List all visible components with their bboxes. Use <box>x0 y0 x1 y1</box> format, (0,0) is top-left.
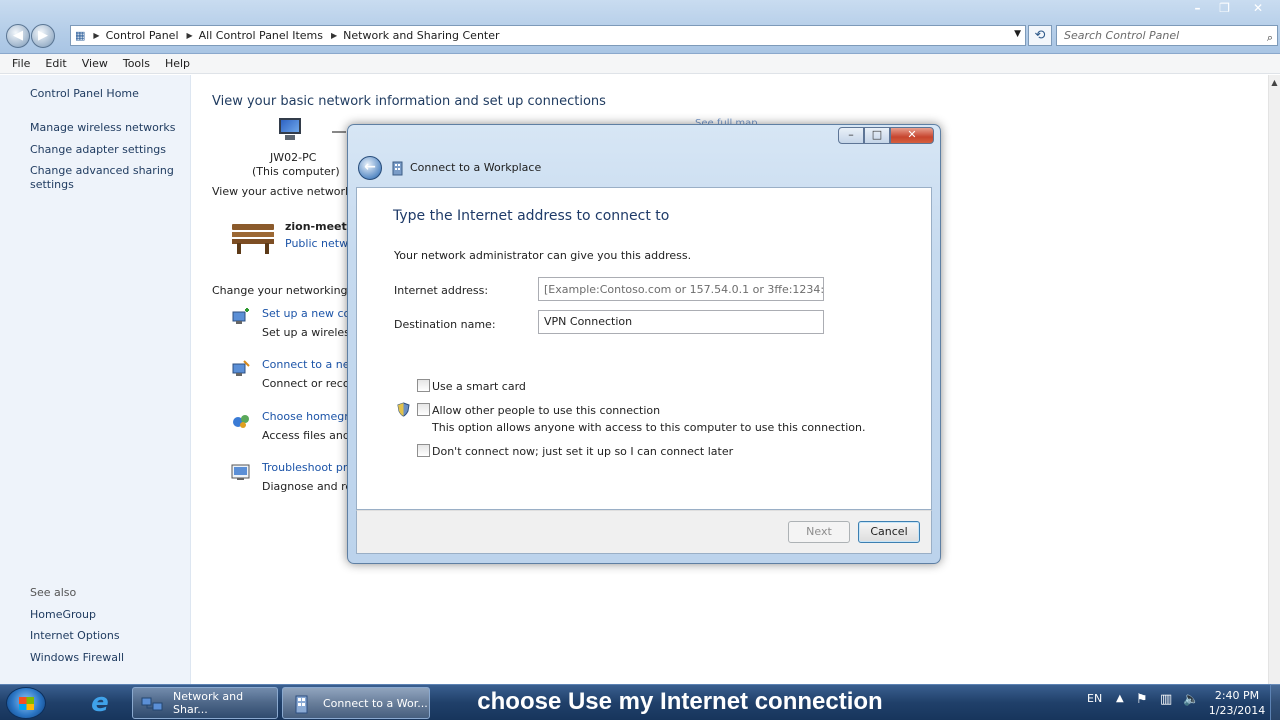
menu-bar: File Edit View Tools Help <box>0 54 1280 74</box>
show-desktop-button[interactable] <box>1270 684 1280 720</box>
dialog-maximize-icon[interactable]: □ <box>864 127 890 144</box>
allow-others-note: This option allows anyone with access to… <box>432 421 866 434</box>
control-panel-home-link[interactable]: Control Panel Home <box>30 87 139 100</box>
active-networks-label: View your active networks <box>212 185 358 198</box>
dialog-window-controls: – □ ✕ <box>838 127 934 144</box>
connect-network-link[interactable]: Connect to a net <box>262 358 354 371</box>
workplace-building-icon <box>291 694 313 714</box>
clock-time: 2:40 PM <box>1214 689 1260 702</box>
connect-workplace-dialog: – □ ✕ ← Connect to a Workplace Type the … <box>347 124 941 564</box>
menu-help[interactable]: Help <box>165 57 190 70</box>
search-icon[interactable]: ⌕ <box>1267 28 1273 47</box>
window-titlebar: – ❐ ✕ ◀ ▶ ▦ ▶ Control Panel ▶ All Control … <box>0 0 1280 54</box>
taskbar-network-sharing[interactable]: Network and Shar... <box>132 687 278 719</box>
page-title: View your basic network information and … <box>212 94 606 109</box>
menu-file[interactable]: File <box>12 57 30 70</box>
video-caption: choose Use my Internet connection <box>477 688 883 715</box>
uac-shield-icon <box>396 402 411 417</box>
manage-wireless-networks-link[interactable]: Manage wireless networks <box>30 121 175 134</box>
address-bar[interactable]: ▦ ▶ Control Panel ▶ All Control Panel Item… <box>70 25 1026 46</box>
troubleshoot-desc: Diagnose and rep <box>262 480 360 493</box>
refresh-icon[interactable]: ⟲ <box>1028 25 1052 46</box>
smart-card-checkbox[interactable] <box>417 379 430 392</box>
internet-explorer-icon[interactable]: e <box>80 689 120 717</box>
control-panel-icon: ▦ <box>75 29 86 42</box>
system-clock[interactable]: 2:40 PM 1/23/2014 <box>1206 688 1268 718</box>
change-advanced-sharing-link[interactable]: Change advanced sharing <box>30 164 174 177</box>
menu-edit[interactable]: Edit <box>45 57 66 70</box>
change-adapter-settings-link[interactable]: Change adapter settings <box>30 143 166 156</box>
destination-name-label: Destination name: <box>394 318 496 331</box>
scrollbar[interactable]: ▲ <box>1268 75 1280 684</box>
internet-address-label: Internet address: <box>394 284 489 297</box>
choose-homegroup-link[interactable]: Choose homegro <box>262 410 355 423</box>
allow-others-label[interactable]: Allow other people to use this connectio… <box>432 404 660 417</box>
back-arrow-icon[interactable]: ◀ <box>6 24 30 48</box>
troubleshoot-link[interactable]: Troubleshoot pro <box>262 461 354 474</box>
taskbar-connect-workplace[interactable]: Connect to a Wor... <box>282 687 430 719</box>
back-arrow-icon[interactable]: ← <box>358 156 382 180</box>
homegroup-link[interactable]: HomeGroup <box>30 608 96 621</box>
public-network-bench-icon <box>232 216 274 254</box>
internet-options-link[interactable]: Internet Options <box>30 629 120 642</box>
left-pane: Control Panel Home Manage wireless netwo… <box>0 75 191 684</box>
chevron-down-icon[interactable]: ▼ <box>1014 29 1021 39</box>
dialog-body: Type the Internet address to connect to … <box>356 187 932 510</box>
language-indicator[interactable]: EN <box>1087 692 1102 720</box>
search-input[interactable]: Search Control Panel ⌕ <box>1056 25 1278 46</box>
dialog-minimize-icon[interactable]: – <box>838 127 864 144</box>
minimize-icon[interactable]: – <box>1184 0 1211 18</box>
maximize-icon[interactable]: ❐ <box>1211 0 1238 18</box>
menu-tools[interactable]: Tools <box>123 57 150 70</box>
computer-icon <box>276 118 304 142</box>
forward-arrow-icon[interactable]: ▶ <box>31 24 55 48</box>
nav-buttons: ◀ ▶ <box>6 24 55 48</box>
scroll-up-icon[interactable]: ▲ <box>1269 78 1280 87</box>
dont-connect-checkbox[interactable] <box>417 444 430 457</box>
allow-others-checkbox[interactable] <box>417 403 430 416</box>
homegroup-icon <box>231 410 251 430</box>
connect-network-icon <box>231 358 251 378</box>
troubleshoot-icon <box>231 462 251 482</box>
action-center-flag-icon[interactable]: ⚑ <box>1136 692 1148 720</box>
dialog-title: Connect to a Workplace <box>410 161 542 174</box>
change-settings-label: Change your networking se <box>212 284 364 297</box>
setup-new-connection-desc: Set up a wireless, <box>262 326 360 339</box>
volume-icon[interactable]: 🔈 <box>1183 692 1199 720</box>
window-controls: – ❐ ✕ <box>1184 0 1278 18</box>
cancel-button[interactable]: Cancel <box>858 521 920 543</box>
breadcrumb-item[interactable]: ▶ Control Panel <box>93 29 178 42</box>
menu-view[interactable]: View <box>82 57 108 70</box>
windows-firewall-link[interactable]: Windows Firewall <box>30 651 124 664</box>
destination-name-field[interactable]: VPN Connection <box>538 310 824 334</box>
next-button[interactable]: Next <box>788 521 850 543</box>
workplace-building-icon <box>390 160 406 176</box>
dialog-instruction: Type the Internet address to connect to <box>393 208 670 224</box>
new-connection-icon <box>231 306 251 326</box>
start-button[interactable] <box>6 687 46 719</box>
dont-connect-label[interactable]: Don't connect now; just set it up so I c… <box>432 445 733 458</box>
network-type-link[interactable]: Public netw <box>285 237 348 250</box>
connect-network-desc: Connect or recon <box>262 377 357 390</box>
map-connector <box>332 131 346 133</box>
breadcrumb-item[interactable]: ▶ All Control Panel Items <box>187 29 324 42</box>
setup-new-connection-link[interactable]: Set up a new con <box>262 307 357 320</box>
choose-homegroup-desc: Access files and p <box>262 429 361 442</box>
show-hidden-icons-icon[interactable]: ▲ <box>1116 693 1124 720</box>
see-also-label: See also <box>30 586 77 599</box>
computer-name: JW02-PC <box>270 151 317 164</box>
internet-address-field[interactable] <box>538 277 824 301</box>
network-sharing-icon <box>141 694 163 714</box>
dialog-footer: Next Cancel <box>356 510 932 554</box>
dialog-close-icon[interactable]: ✕ <box>890 127 934 144</box>
change-advanced-sharing-link-cont[interactable]: settings <box>30 178 74 191</box>
network-tray-icon[interactable]: ▥ <box>1160 692 1172 720</box>
admin-note: Your network administrator can give you … <box>394 249 692 262</box>
close-icon[interactable]: ✕ <box>1238 0 1278 18</box>
smart-card-label[interactable]: Use a smart card <box>432 380 526 393</box>
computer-sub: (This computer) <box>252 165 340 178</box>
clock-date: 1/23/2014 <box>1208 704 1266 717</box>
breadcrumb-item[interactable]: ▶ Network and Sharing Center <box>331 29 500 42</box>
